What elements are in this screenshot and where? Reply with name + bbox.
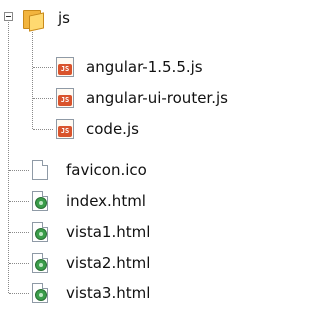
tree-item-file[interactable]: favicon.ico — [32, 155, 147, 185]
tree-connector — [33, 98, 53, 99]
html-file-icon — [32, 283, 48, 303]
js-file-icon: JS — [56, 119, 74, 139]
tree-item-label: angular-1.5.5.js — [86, 58, 203, 76]
tree-connector — [33, 67, 53, 68]
tree-connector — [33, 129, 53, 130]
tree-item-file[interactable]: JS code.js — [56, 114, 139, 144]
html-file-icon — [32, 253, 48, 273]
folder-open-icon — [22, 7, 44, 32]
tree-connector — [9, 232, 29, 233]
tree-item-label: favicon.ico — [66, 161, 147, 179]
tree-connector — [9, 263, 29, 264]
tree-connector — [9, 170, 29, 171]
tree-item-label: vista1.html — [66, 223, 151, 241]
js-file-icon: JS — [56, 88, 74, 108]
collapse-toggle-icon[interactable] — [4, 12, 13, 21]
tree-item-file[interactable]: vista3.html — [32, 278, 150, 308]
tree-item-file[interactable]: vista1.html — [32, 217, 150, 247]
html-file-icon — [32, 191, 48, 211]
file-icon — [32, 160, 48, 180]
tree-item-label: js — [58, 9, 70, 27]
tree-connector-js — [32, 32, 33, 129]
tree-item-file[interactable]: vista2.html — [32, 248, 150, 278]
tree-item-label: code.js — [86, 120, 139, 138]
js-file-icon: JS — [56, 57, 74, 77]
tree-item-js-folder[interactable]: js — [22, 3, 70, 33]
tree-connector — [9, 201, 29, 202]
tree-item-label: vista2.html — [66, 254, 151, 272]
tree-item-label: vista3.html — [66, 284, 151, 302]
tree-item-label: angular-ui-router.js — [86, 89, 228, 107]
tree-item-file[interactable]: JS angular-ui-router.js — [56, 83, 228, 113]
tree-item-label: index.html — [66, 192, 146, 210]
file-tree: js JS angular-1.5.5.js JS angular-ui-rou… — [0, 0, 318, 333]
tree-item-file[interactable]: index.html — [32, 186, 146, 216]
tree-item-file[interactable]: JS angular-1.5.5.js — [56, 52, 203, 82]
tree-connector — [9, 293, 29, 294]
tree-connector-root — [8, 22, 9, 293]
html-file-icon — [32, 222, 48, 242]
